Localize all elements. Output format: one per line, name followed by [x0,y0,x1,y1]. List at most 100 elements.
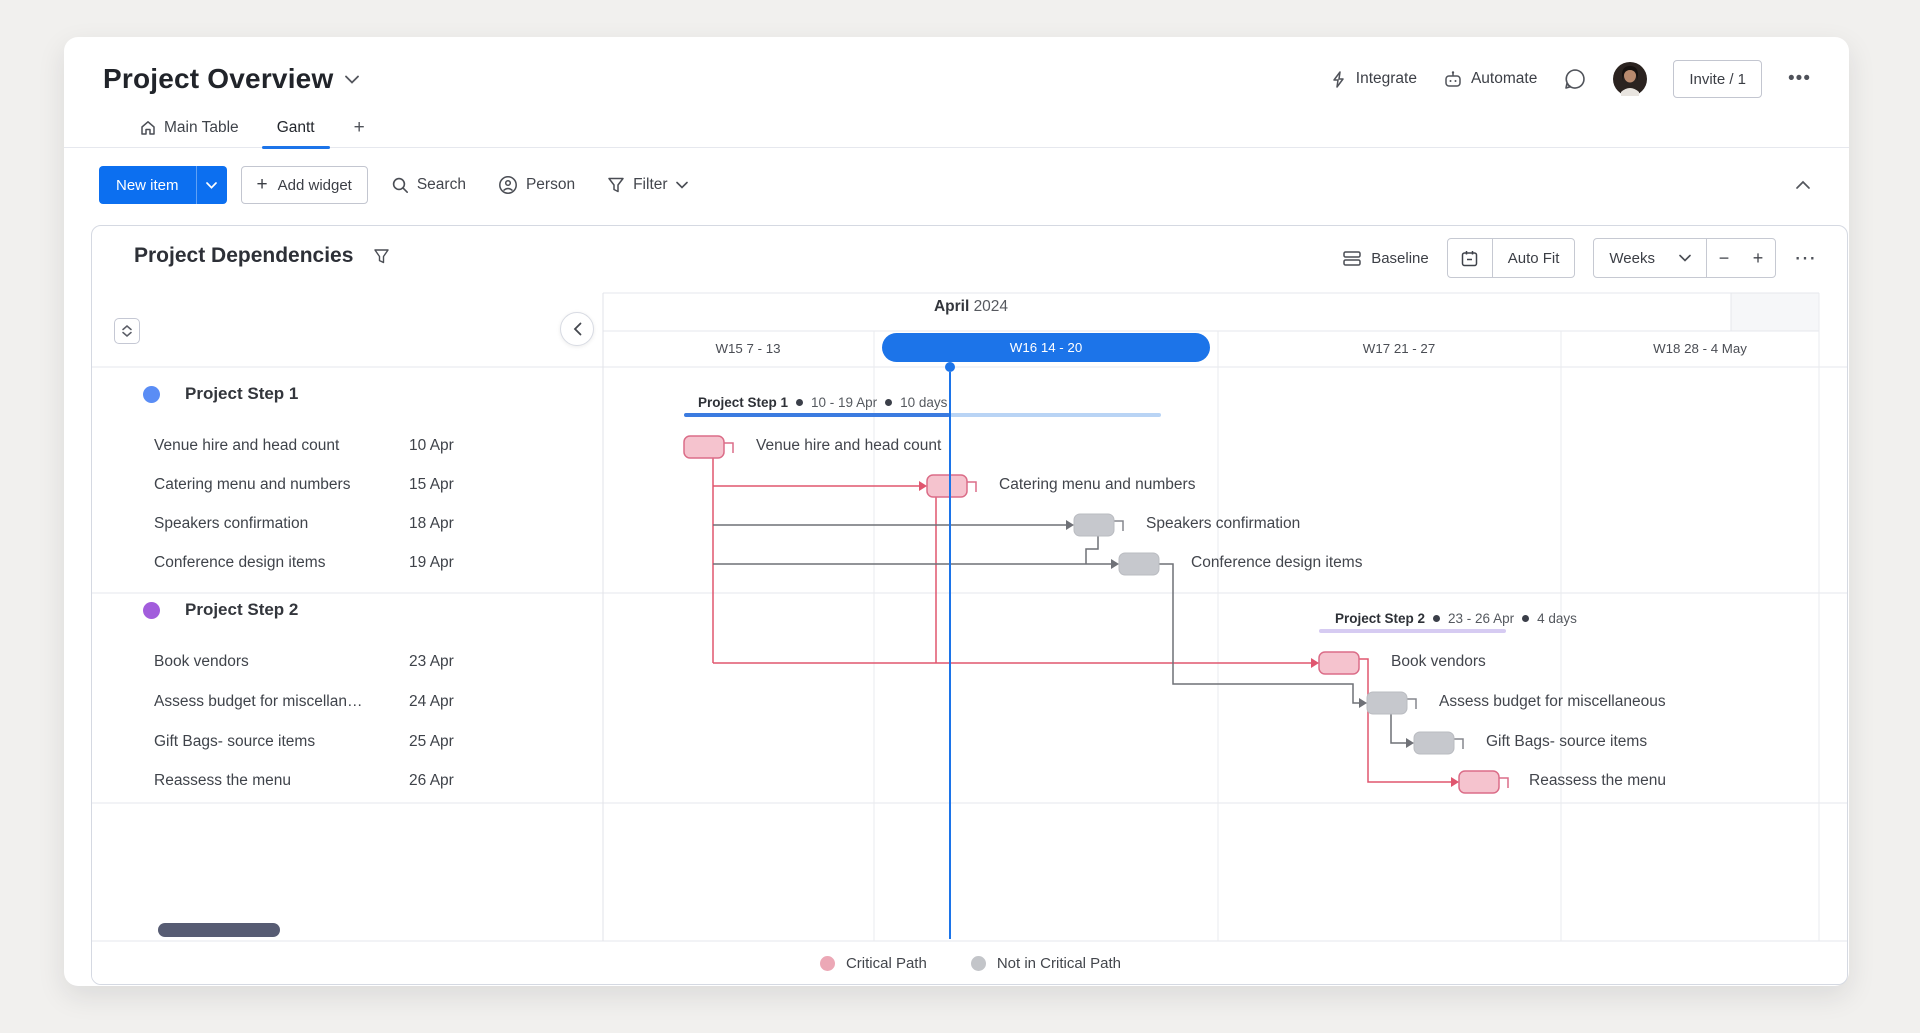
legend-critical: Critical Path [820,955,927,972]
list-item[interactable]: Book vendors [154,653,369,671]
list-item-date[interactable]: 10 Apr [409,437,454,455]
zoom-group: Weeks − + [1593,238,1776,278]
group-title: Project Step 1 [185,384,298,404]
tab-gantt[interactable]: Gantt [252,109,340,147]
horizontal-scrollbar[interactable] [158,923,280,937]
bar-book-vendors[interactable] [1319,652,1359,674]
add-view-button[interactable]: + [340,117,379,139]
list-item-date[interactable]: 19 Apr [409,554,454,572]
tab-gantt-label: Gantt [277,119,315,137]
list-item-date[interactable]: 23 Apr [409,653,454,671]
list-item-date[interactable]: 26 Apr [409,772,454,790]
gantt-controls: Baseline Auto Fit Weeks − + ⋯ [1342,238,1817,278]
auto-fit-button[interactable]: Auto Fit [1493,239,1575,277]
today-dot [945,362,955,372]
board-title-wrap[interactable]: Project Overview [103,63,359,95]
gantt-widget: Project Dependencies Baseline Auto Fit W… [91,225,1848,985]
automate-button[interactable]: Automate [1443,70,1537,89]
collapse-toolbar-button[interactable] [1795,180,1811,190]
week-header-w16-active[interactable]: W16 14 - 20 [882,333,1210,362]
month-header: April 2024 [771,298,1171,316]
list-item[interactable]: Assess budget for miscellaneous [154,693,369,711]
bar-label: Assess budget for miscellaneous [1439,693,1666,711]
legend-noncritical: Not in Critical Path [971,955,1121,972]
summary-line-step2 [1319,629,1506,633]
person-filter-button[interactable]: Person [489,175,584,195]
board-more-menu[interactable]: ••• [1788,68,1811,90]
filter-icon [607,176,625,194]
add-widget-button[interactable]: + Add widget [241,166,368,204]
noncritical-path-dot [971,956,986,971]
widget-more-menu[interactable]: ⋯ [1794,245,1817,271]
integrate-label: Integrate [1356,70,1417,88]
auto-fit-label: Auto Fit [1508,250,1560,267]
bar-reassess-menu[interactable] [1459,771,1499,793]
legend-label: Critical Path [846,955,927,972]
person-label: Person [526,176,575,194]
bar-label: Speakers confirmation [1146,515,1300,533]
chevron-left-icon [573,322,582,336]
new-item-dropdown[interactable] [196,166,227,204]
filter-button[interactable]: Filter [598,176,696,194]
zoom-unit-select[interactable]: Weeks [1594,239,1707,277]
active-week-label: W16 14 - 20 [1010,340,1082,355]
group-header-step1[interactable]: Project Step 1 [143,384,298,404]
list-item[interactable]: Catering menu and numbers [154,476,369,494]
group-header-step2[interactable]: Project Step 2 [143,600,298,620]
list-item-date[interactable]: 18 Apr [409,515,454,533]
list-item[interactable]: Gift Bags- source items [154,733,369,751]
hide-panel-button[interactable] [560,312,594,346]
month-name: April [934,298,969,315]
search-button[interactable]: Search [382,176,475,194]
list-item[interactable]: Venue hire and head count [154,437,369,455]
plus-icon: + [257,174,268,196]
summary-label-step1: Project Step 1 10 - 19 Apr 10 days [698,395,947,410]
chat-bubble-icon[interactable] [1563,67,1587,91]
new-item-split-button[interactable]: New item [99,166,227,204]
board-toolbar: New item + Add widget Search Person Filt… [99,165,1811,205]
avatar[interactable] [1613,62,1647,96]
funnel-icon[interactable] [373,248,390,265]
zoom-out-button[interactable]: − [1707,239,1741,277]
chevron-down-icon [206,182,217,189]
bar-label: Book vendors [1391,653,1486,671]
zoom-in-button[interactable]: + [1741,239,1775,277]
summary-title: Project Step 2 [1335,611,1425,626]
search-label: Search [417,176,466,194]
search-icon [391,176,409,194]
robot-icon [1443,70,1463,89]
list-item[interactable]: Speakers confirmation [154,515,369,533]
tab-main-table[interactable]: Main Table [127,109,252,147]
week-header-w17[interactable]: W17 21 - 27 [1289,341,1509,356]
invite-button[interactable]: Invite / 1 [1673,60,1762,98]
bar-label: Reassess the menu [1529,772,1666,790]
integrate-button[interactable]: Integrate [1329,70,1417,89]
list-item[interactable]: Conference design items [154,554,369,572]
bar-conference[interactable] [1119,553,1159,575]
autofit-group: Auto Fit [1447,238,1576,278]
header-actions: Integrate Automate Invite / 1 ••• [1329,60,1811,98]
bar-speakers[interactable] [1074,514,1114,536]
bar-gift-bags[interactable] [1414,732,1454,754]
board-header: Project Overview Integrate Automate Invi… [64,37,1849,103]
baseline-label: Baseline [1371,250,1429,267]
baseline-button[interactable]: Baseline [1342,249,1429,267]
critical-path-dot [820,956,835,971]
calendar-button[interactable] [1448,239,1493,277]
list-item-date[interactable]: 25 Apr [409,733,454,751]
bar-assess-budget[interactable] [1367,692,1407,714]
list-item-date[interactable]: 24 Apr [409,693,454,711]
new-item-button[interactable]: New item [99,166,196,204]
bar-catering[interactable] [927,475,967,497]
baseline-icon [1342,249,1362,267]
week-header-w15[interactable]: W15 7 - 13 [638,341,858,356]
bar-label: Conference design items [1191,554,1362,572]
separator-dot [1433,615,1440,622]
list-item[interactable]: Reassess the menu [154,772,369,790]
summary-dates: 10 - 19 Apr [811,395,877,410]
year: 2024 [974,298,1008,315]
collapse-all-button[interactable] [114,318,140,344]
week-header-w18[interactable]: W18 28 - 4 May [1590,341,1810,356]
list-item-date[interactable]: 15 Apr [409,476,454,494]
bar-venue-hire[interactable] [684,436,724,458]
